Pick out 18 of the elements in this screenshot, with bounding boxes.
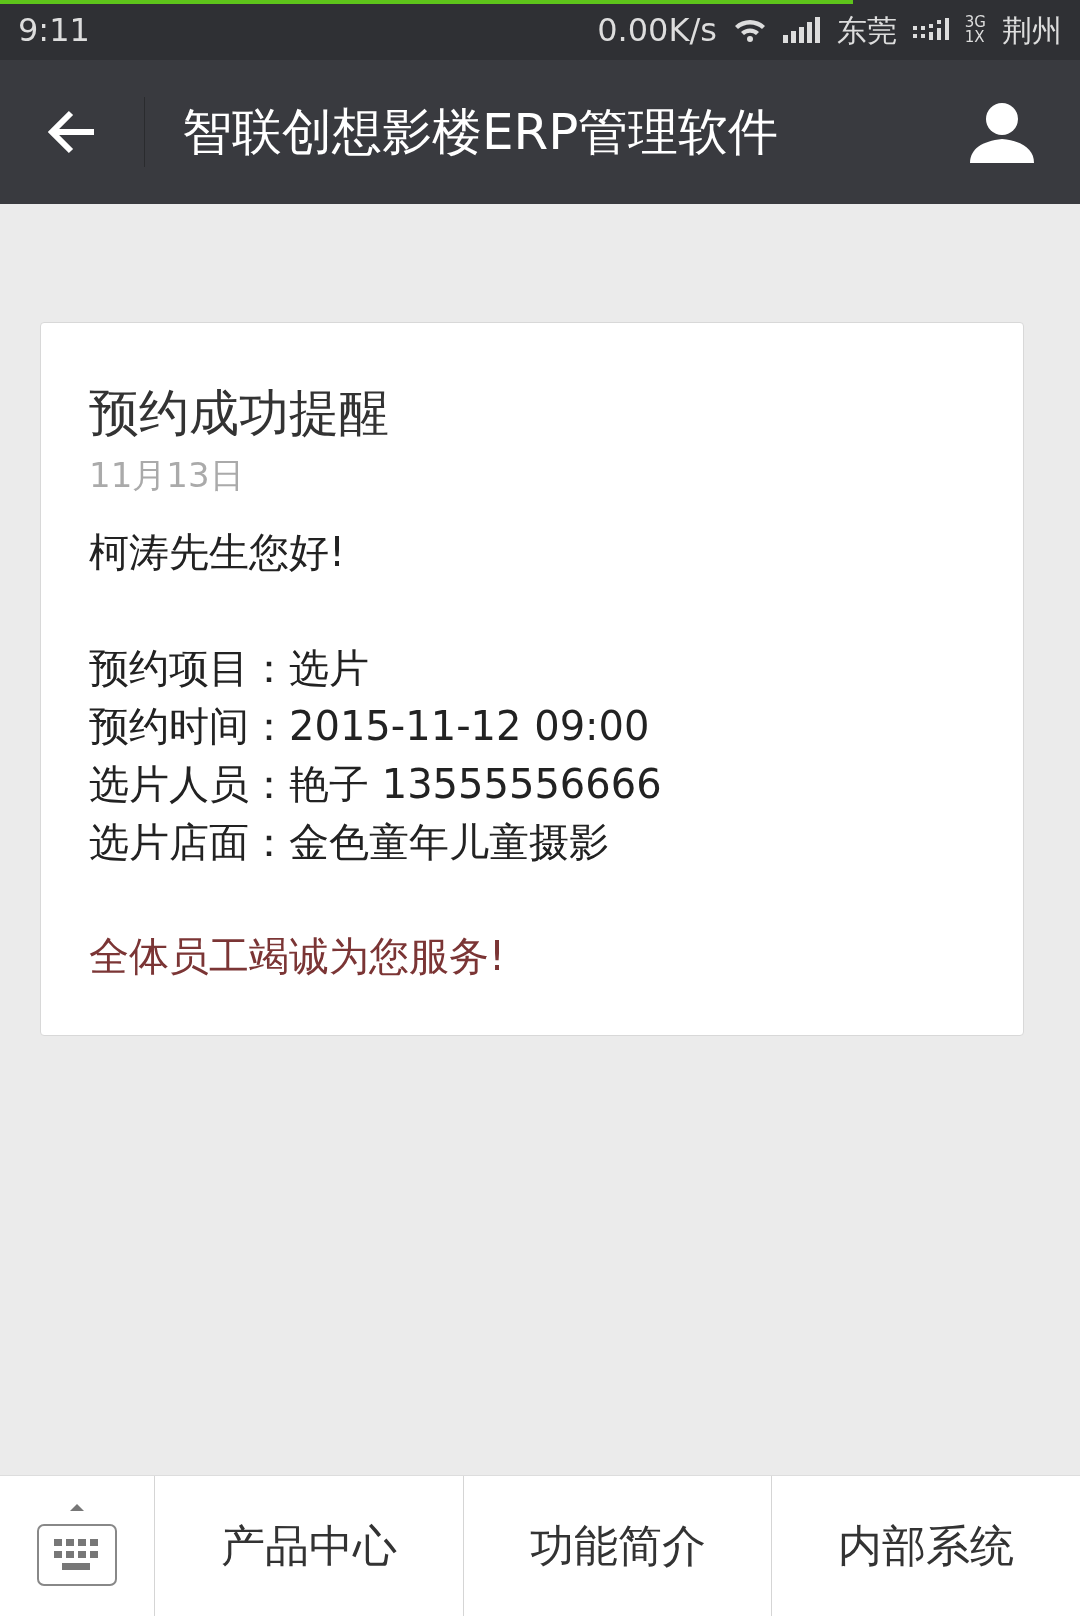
back-arrow-icon: [47, 110, 97, 154]
greeting-text: 柯涛先生您好!: [89, 528, 347, 577]
detail-line: 选片人员：艳子 13555556666: [89, 760, 663, 809]
carrier-name: 荆州: [1002, 11, 1062, 50]
page-title: 智联创想影楼ERP管理软件: [181, 101, 780, 163]
signal-icon: [912, 18, 949, 42]
message-date: 11月13日: [89, 454, 245, 497]
carrier-name: 东莞: [836, 11, 897, 50]
network-speed: 0.00K/s: [597, 10, 717, 51]
detail-line: 预约时间：2015-11-12 09:00: [89, 702, 651, 751]
detail-line: 选片店面：金色童年儿童摄影: [89, 818, 610, 867]
status-time: 9:11: [18, 10, 90, 51]
detail-line: 预约项目：选片: [89, 644, 370, 693]
message-title: 预约成功提醒: [89, 383, 390, 444]
closing-text: 全体员工竭诚为您服务!: [89, 932, 507, 981]
network-type: 3G 1X: [964, 15, 986, 45]
user-icon[interactable]: [970, 101, 1034, 163]
signal-icon: [782, 17, 821, 43]
